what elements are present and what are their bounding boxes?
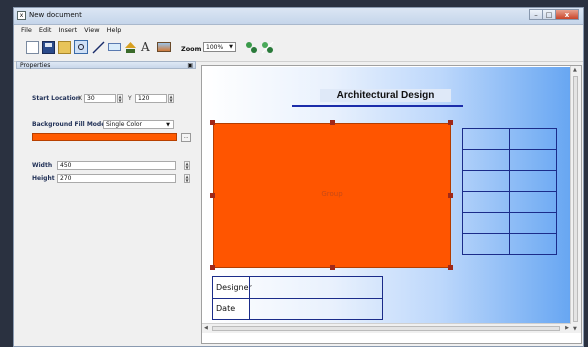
designer-value[interactable] [249, 276, 383, 299]
shape-label: Group [321, 190, 343, 198]
select-tool-icon[interactable] [74, 40, 88, 54]
text-tool-icon[interactable]: A [141, 41, 154, 54]
orange-rectangle-shape[interactable]: Group [213, 123, 451, 268]
properties-title: Properties [20, 62, 51, 69]
width-input[interactable]: 450 [57, 161, 176, 170]
group-icon[interactable] [245, 41, 258, 54]
vertical-scrollbar[interactable]: ▲ ▼ [570, 66, 581, 333]
date-label: Date [212, 298, 250, 320]
title-underline [292, 105, 463, 107]
grid-cell [462, 170, 510, 192]
toolbar: A Zoom 100% ▼ [14, 37, 583, 62]
properties-panel-header: Properties ▣ [16, 61, 196, 69]
height-stepper[interactable]: ▲ ▼ [184, 174, 190, 183]
fill-mode-value: Single Color [106, 121, 143, 128]
drawing-area: Architectural Design Group Designer Date… [201, 65, 582, 344]
image-tool-icon[interactable] [157, 42, 171, 52]
horizontal-scroll-thumb[interactable] [212, 326, 560, 331]
window-controls: – □ x [529, 9, 579, 21]
height-input[interactable]: 270 [57, 174, 176, 183]
window-title: New document [29, 11, 82, 19]
info-table[interactable]: Designer Date [212, 276, 383, 320]
designer-label: Designer [212, 276, 252, 299]
zoom-select[interactable]: 100% ▼ [203, 42, 236, 52]
y-input[interactable]: 120 [135, 94, 167, 103]
grid-cell [509, 170, 557, 192]
save-icon[interactable] [42, 41, 55, 54]
resize-handle-tl[interactable] [210, 120, 215, 125]
zoom-label: Zoom [181, 45, 202, 53]
menu-help[interactable]: Help [107, 25, 122, 36]
grid-cell [509, 128, 557, 150]
grid-cell [462, 212, 510, 234]
vertical-scroll-thumb[interactable] [573, 76, 578, 322]
scroll-right-icon[interactable]: ▶ [565, 325, 569, 331]
y-label: Y [128, 95, 132, 102]
fill-mode-label: Background Fill Mode [32, 121, 106, 128]
grid-cell [462, 191, 510, 213]
grid-table[interactable] [462, 128, 557, 255]
menu-view[interactable]: View [84, 25, 99, 36]
fill-mode-select[interactable]: Single Color ▼ [103, 120, 174, 129]
chevron-down-icon: ▼ [166, 122, 170, 128]
resize-handle-r[interactable] [448, 193, 453, 198]
y-stepper[interactable]: ▲ ▼ [168, 94, 174, 103]
grid-cell [509, 233, 557, 255]
resize-handle-br[interactable] [448, 265, 453, 270]
grid-cell [462, 233, 510, 255]
width-label: Width [32, 162, 53, 169]
app-window: x New document – □ x File Edit Insert View H… [13, 7, 584, 347]
scroll-left-icon[interactable]: ◀ [204, 325, 208, 331]
maximize-button[interactable]: □ [542, 9, 556, 20]
close-button[interactable]: x [555, 9, 579, 20]
resize-handle-l[interactable] [210, 193, 215, 198]
x-label: X [78, 95, 83, 102]
horizontal-scrollbar[interactable]: ◀ ▶ [202, 323, 571, 333]
chevron-down-icon: ▼ [229, 44, 233, 50]
minimize-button[interactable]: – [529, 9, 543, 20]
pin-icon[interactable]: ▣ [187, 62, 193, 69]
menu-edit[interactable]: Edit [39, 25, 52, 36]
fill-color-swatch[interactable] [32, 133, 177, 141]
height-label: Height [32, 175, 55, 182]
color-picker-button[interactable]: ... [181, 133, 191, 142]
grid-cell [509, 149, 557, 171]
rectangle-tool-icon[interactable] [108, 43, 121, 51]
grid-cell [462, 149, 510, 171]
date-value[interactable] [249, 298, 383, 320]
x-stepper[interactable]: ▲ ▼ [117, 94, 123, 103]
scroll-up-icon[interactable]: ▲ [573, 67, 577, 73]
resize-handle-b[interactable] [330, 265, 335, 270]
resize-handle-tr[interactable] [448, 120, 453, 125]
open-folder-icon[interactable] [58, 41, 71, 54]
shape-tool-icon[interactable] [124, 41, 137, 54]
zoom-value: 100% [206, 44, 224, 51]
line-tool-icon[interactable] [92, 41, 105, 54]
grid-cell [509, 212, 557, 234]
title-bar: x New document – □ x [14, 8, 583, 25]
resize-handle-bl[interactable] [210, 265, 215, 270]
properties-panel: Start Location X 30 ▲ ▼ Y 120 ▲ ▼ Backgrou… [16, 70, 196, 346]
scroll-down-icon[interactable]: ▼ [573, 326, 577, 332]
menu-insert[interactable]: Insert [58, 25, 77, 36]
design-title[interactable]: Architectural Design [320, 89, 451, 102]
grid-cell [509, 191, 557, 213]
start-location-label: Start Location [32, 95, 81, 102]
menu-file[interactable]: File [21, 25, 32, 36]
menu-bar: File Edit Insert View Help [14, 25, 583, 36]
width-stepper[interactable]: ▲ ▼ [184, 161, 190, 170]
ungroup-icon[interactable] [261, 41, 274, 54]
grid-cell [462, 128, 510, 150]
x-input[interactable]: 30 [84, 94, 116, 103]
drawing-canvas[interactable]: Architectural Design Group Designer Date [203, 67, 571, 325]
new-document-icon[interactable] [26, 41, 39, 54]
document-icon: x [17, 11, 26, 20]
resize-handle-t[interactable] [330, 120, 335, 125]
